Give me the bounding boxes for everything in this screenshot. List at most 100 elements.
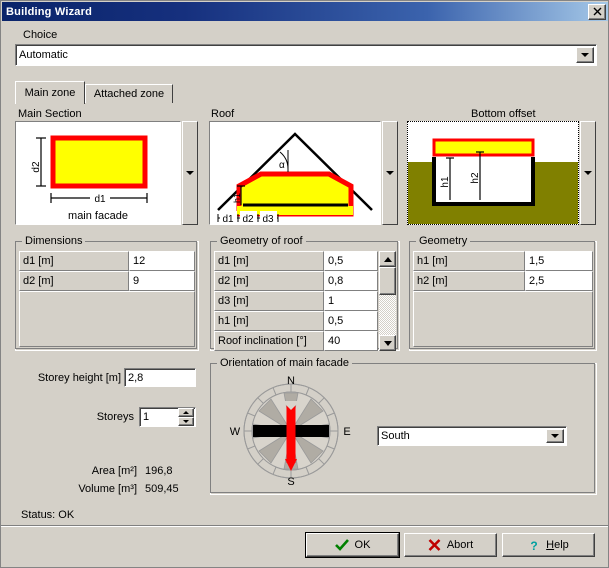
table-row[interactable]: d3 [m] 1 [214,291,378,311]
storeys-value: 1 [143,411,150,423]
check-icon [334,539,349,551]
roof-alpha-label: α [279,160,285,171]
roof-geom-label-0: d1 [m] [214,251,324,271]
chevron-down-icon [186,171,194,175]
scroll-down-icon[interactable] [379,335,396,351]
spin-up-glyph [183,411,189,414]
roof-geom-label-1: d2 [m] [214,271,324,291]
table-row[interactable]: h1 [m] 0,5 [214,311,378,331]
roof-geom-value-2[interactable]: 1 [324,291,378,311]
geometry-group-title: Geometry [416,235,471,247]
bottom-offset-title: Bottom offset [471,108,536,120]
roof-diagram-scroll[interactable] [382,121,398,225]
dimensions-value-0[interactable]: 12 [129,251,195,271]
volume-value: 509,45 [145,483,179,495]
geometry-value-0[interactable]: 1,5 [525,251,593,271]
tab-attached-zone[interactable]: Attached zone [85,84,173,103]
dimensions-group-title: Dimensions [22,235,86,247]
roof-section-title: Roof [211,108,235,120]
table-row[interactable]: d1 [m] 0,5 [214,251,378,271]
roof-d3-label: d3 [262,214,274,224]
chevron-down-glyph [581,53,589,57]
abort-button-label: Abort [446,539,474,551]
table-row[interactable]: h2 [m] 2,5 [413,271,593,291]
chevron-down-glyph [551,434,559,438]
geometry-of-roof-group-title: Geometry of roof [217,235,306,247]
compass-drawing: N S E W [219,371,364,489]
ok-button[interactable]: OK [305,532,400,558]
table-row[interactable]: d2 [m] 9 [19,271,195,291]
scroll-up-icon[interactable] [379,251,396,267]
scroll-down-glyph [383,340,392,346]
storeys-stepper[interactable]: 1 [139,407,196,427]
spin-down-icon[interactable] [178,417,194,426]
question-mark-icon: ? [531,539,538,552]
main-diagram-caption: main facade [68,210,128,222]
title-bar: Building Wizard [2,2,608,21]
scrollbar-thumb[interactable] [379,267,396,295]
geometry-value-1[interactable]: 2,5 [525,271,593,291]
geometry-of-roof-grid: d1 [m] 0,5 d2 [m] 0,8 d3 [m] 1 h1 [m] 0,… [214,251,378,351]
dimensions-value-1[interactable]: 9 [129,271,195,291]
roof-diagram: α h1 d1 d2 d3 [209,121,381,225]
dimensions-grid: d1 [m] 12 d2 [m] 9 [19,251,195,347]
dimensions-label-0: d1 [m] [19,251,129,271]
scroll-up-glyph [383,256,392,262]
roof-d1-label: d1 [222,214,234,224]
svg-text:?: ? [531,539,538,552]
help-button-mnemonic: H [546,539,555,551]
bottom-offset-diagram: h1 h2 [407,121,579,225]
roof-geom-label-2: d3 [m] [214,291,324,311]
storey-height-input[interactable]: 2,8 [124,368,196,387]
main-diagram-d1-label: d1 [94,194,106,205]
geometry-of-roof-scrollbar[interactable] [379,251,396,351]
area-value: 196,8 [145,465,173,477]
help-button[interactable]: ? Help [502,533,595,557]
geometry-label-0: h1 [m] [413,251,525,271]
tab-main-zone-label: Main zone [24,87,76,99]
table-row[interactable]: h1 [m] 1,5 [413,251,593,271]
chevron-down-icon[interactable] [546,429,564,443]
storeys-spin-buttons[interactable] [178,408,194,426]
choice-label: Choice [23,29,58,41]
status-text: Status: OK [21,509,75,521]
roof-geom-label-4: Roof inclination [°] [214,331,324,351]
tab-strip: Main zone Attached zone [15,81,597,104]
main-section-drawing: d2 d1 main facade [16,122,180,224]
roof-geom-value-0[interactable]: 0,5 [324,251,378,271]
chevron-down-icon[interactable] [576,47,594,63]
roof-geom-value-4[interactable]: 40 [324,331,378,351]
table-row[interactable]: d1 [m] 12 [19,251,195,271]
main-diagram-d2-label: d2 [31,161,42,173]
compass-north-label: N [287,375,295,387]
roof-geom-value-3[interactable]: 0,5 [324,311,378,331]
compass-rose[interactable]: N S E W [219,371,364,489]
close-icon[interactable] [588,3,606,20]
close-glyph [593,7,601,16]
storey-height-label: Storey height [m] [37,372,121,384]
bottom-offset-h2-label: h2 [470,172,481,184]
choice-combo[interactable]: Automatic [15,44,597,66]
window-title: Building Wizard [6,5,93,18]
ok-button-label: OK [354,539,371,551]
bottom-offset-scroll[interactable] [580,121,596,225]
tab-main-zone[interactable]: Main zone [15,81,85,104]
orientation-combo-value: South [381,430,410,442]
geometry-grid-filler [413,291,593,347]
table-row[interactable]: d2 [m] 0,8 [214,271,378,291]
spin-up-icon[interactable] [178,408,194,417]
geometry-label-1: h2 [m] [413,271,525,291]
building-wizard-dialog: Building Wizard Choice Automatic Main zo… [0,0,609,568]
orientation-combo[interactable]: South [377,426,567,446]
abort-button[interactable]: Abort [404,533,497,557]
x-icon [428,539,441,551]
roof-drawing: α h1 d1 d2 d3 [210,122,380,224]
choice-combo-value: Automatic [19,49,68,61]
roof-geom-value-1[interactable]: 0,8 [324,271,378,291]
dimensions-label-1: d2 [m] [19,271,129,291]
spin-down-glyph [183,420,189,423]
main-section-scroll[interactable] [182,121,198,225]
scrollbar-track[interactable] [379,267,396,335]
orientation-group-title: Orientation of main facade [217,357,353,369]
table-row[interactable]: Roof inclination [°] 40 [214,331,378,351]
